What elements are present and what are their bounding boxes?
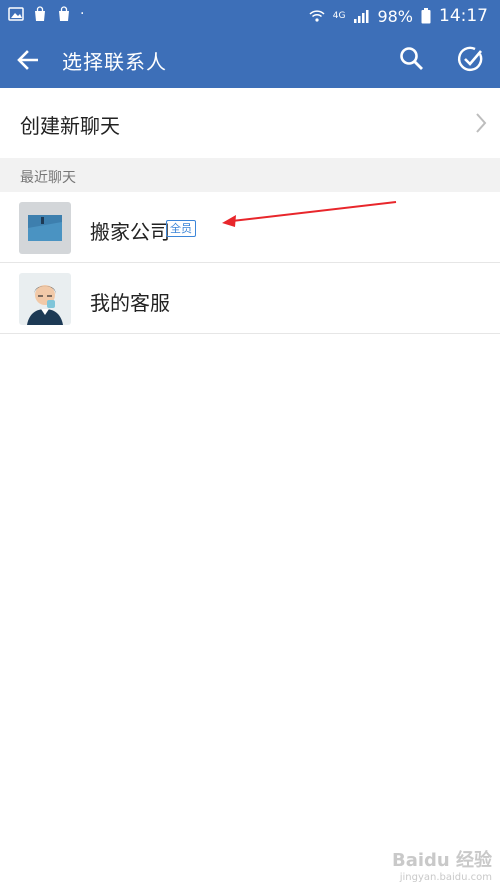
back-arrow-icon[interactable] [14, 46, 42, 74]
shopping-bag-icon [35, 6, 45, 21]
baidu-watermark: Baidu 经验 jingyan.baidu.com [392, 846, 492, 883]
contact-name: 我的客服 [90, 291, 170, 315]
contact-name: 搬家公司 [90, 220, 170, 244]
shopping-bag-icon-2 [59, 6, 69, 21]
multi-select-check-icon[interactable] [456, 44, 486, 74]
recent-chats-header: 最近聊天 [0, 158, 500, 192]
page-title: 选择联系人 [62, 50, 167, 74]
battery-percent: 98% [377, 6, 413, 26]
avatar [19, 202, 71, 254]
battery-icon [421, 8, 431, 24]
all-members-badge: 全员 [166, 220, 196, 237]
clock: 14:17 [439, 6, 488, 26]
signal-icon [354, 10, 369, 23]
wifi-icon [309, 10, 325, 22]
list-item-moving-company[interactable]: 搬家公司 全员 [0, 192, 500, 263]
create-new-chat-row[interactable]: 创建新聊天 [0, 88, 500, 159]
watermark-text: Baidu 经验 [391, 850, 492, 871]
chevron-right-icon [476, 113, 487, 133]
gallery-notification-icon [8, 7, 24, 21]
section-label: 最近聊天 [20, 170, 76, 186]
search-icon[interactable] [398, 45, 426, 73]
create-new-chat-label: 创建新聊天 [20, 114, 120, 138]
status-bar: · 4G 98% 14:17 [0, 0, 500, 32]
app-bar: 选择联系人 [0, 32, 500, 88]
watermark-url: jingyan.baidu.com [399, 872, 492, 883]
more-notifications-dot: · [80, 6, 85, 22]
network-type: 4G [332, 11, 346, 21]
avatar [19, 273, 71, 325]
list-item-my-service[interactable]: 我的客服 [0, 263, 500, 334]
